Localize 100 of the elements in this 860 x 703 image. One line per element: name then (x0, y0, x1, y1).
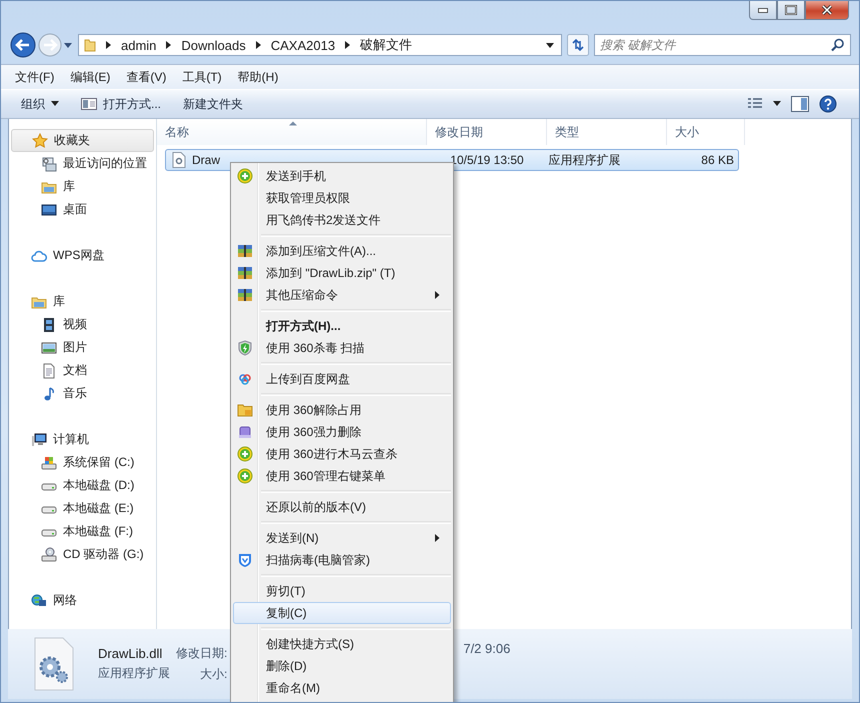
plus-icon (237, 468, 253, 484)
breadcrumb[interactable]: Downloads (181, 38, 246, 52)
menu-item[interactable]: 用飞鸽传书2发送文件 (233, 209, 451, 231)
menu-item[interactable]: 删除(D) (233, 655, 451, 677)
sidebar-item[interactable]: 系统保留 (C:) (11, 451, 154, 474)
window-icon (81, 97, 97, 111)
cd-drive-icon (41, 546, 57, 562)
menu-item[interactable]: 使用 360管理右键菜单 (233, 465, 451, 487)
minimize-button[interactable] (749, 1, 777, 20)
column-header[interactable]: 名称 (157, 119, 427, 145)
preview-pane-icon[interactable] (791, 96, 809, 112)
close-button[interactable] (805, 1, 849, 20)
menu-item[interactable]: 打开方式(H)... (233, 315, 451, 337)
menu-item[interactable]: 工具(T) (178, 68, 226, 86)
file-size: 86 KB (701, 153, 734, 167)
folder-icon (237, 402, 253, 418)
menu-item[interactable]: 重命名(M) (233, 677, 451, 699)
file-name: Draw (192, 153, 220, 167)
eraser-icon (237, 424, 253, 440)
menu-item[interactable]: 使用 360强力删除 (233, 421, 451, 443)
sidebar-item[interactable]: 本地磁盘 (E:) (11, 497, 154, 520)
menu-item[interactable]: 查看(V) (122, 68, 170, 86)
sidebar-item[interactable]: 库 (11, 175, 154, 198)
caret-icon[interactable] (773, 101, 781, 107)
sidebar-item[interactable]: 库 (11, 290, 154, 313)
maximize-icon (785, 5, 797, 15)
menu-item[interactable]: 发送到(N) (233, 527, 451, 549)
chevron-icon (254, 40, 263, 50)
menu-item[interactable]: 创建快捷方式(S) (233, 633, 451, 655)
column-header[interactable]: 大小 (667, 119, 745, 145)
chevron-icon (104, 40, 113, 50)
address-bar[interactable]: admin Downloads CAXA2013 破解文件 (78, 34, 562, 56)
breadcrumb[interactable]: admin (121, 38, 156, 52)
file-type: 应用程序扩展 (98, 665, 171, 682)
back-button[interactable] (9, 31, 37, 59)
menu-item[interactable]: 上传到百度网盘 (233, 368, 451, 390)
search-field[interactable]: 搜索 破解文件 (594, 34, 851, 56)
sidebar-item[interactable]: 计算机 (11, 428, 154, 451)
history-dropdown-icon[interactable] (63, 41, 73, 49)
submenu-arrow-icon (435, 291, 440, 299)
detail-label: 大小: (200, 666, 228, 683)
menu-item[interactable]: 编辑(E) (66, 68, 114, 86)
column-header[interactable]: 修改日期 (427, 119, 547, 145)
menu-item[interactable]: 添加到压缩文件(A)... (233, 240, 451, 262)
sidebar-item[interactable]: 文档 (11, 359, 154, 382)
detail-value: 7/2 9:06 (463, 641, 510, 656)
menu-item[interactable]: 复制(C) (233, 602, 451, 624)
menu-item[interactable]: 帮助(H) (234, 68, 282, 86)
menu-item[interactable]: 其他压缩命令 (233, 284, 451, 306)
column-header[interactable]: 类型 (547, 119, 667, 145)
shield-icon (237, 340, 253, 356)
network-globe-icon (31, 592, 47, 608)
file-date: 10/5/19 13:50 (449, 153, 524, 167)
sidebar-item[interactable]: 桌面 (11, 198, 154, 221)
document-icon (41, 362, 57, 378)
dropdown-caret-icon[interactable] (545, 41, 555, 49)
sidebar-item[interactable]: 音乐 (11, 382, 154, 405)
refresh-button[interactable] (567, 34, 589, 56)
sidebar-item[interactable]: 本地磁盘 (F:) (11, 520, 154, 543)
toolbar-button[interactable]: 组织 (15, 92, 65, 116)
menu-item[interactable]: 文件(F) (11, 68, 58, 86)
breadcrumb[interactable]: CAXA2013 (270, 38, 336, 52)
sort-arrow-icon (289, 121, 297, 126)
maximize-button[interactable] (777, 1, 805, 20)
plus-icon (237, 168, 253, 184)
sidebar-item[interactable]: 收藏夹 (11, 129, 154, 152)
menu-item[interactable]: 剪切(T) (233, 580, 451, 602)
sidebar-item[interactable]: CD 驱动器 (G:) (11, 543, 154, 566)
close-icon (821, 4, 833, 16)
menu-item[interactable]: 使用 360进行木马云查杀 (233, 443, 451, 465)
detail-label: 修改日期: (176, 645, 228, 662)
archive-stack-icon (237, 265, 253, 281)
menu-item[interactable]: 还原以前的版本(V) (233, 496, 451, 518)
sidebar-item[interactable]: 网络 (11, 589, 154, 612)
view-list-icon[interactable] (747, 97, 763, 111)
menu-item[interactable]: 获取管理员权限 (233, 187, 451, 209)
menu-item[interactable]: 添加到 "DrawLib.zip" (T) (233, 262, 451, 284)
menu-item[interactable]: 使用 360解除占用 (233, 399, 451, 421)
help-icon[interactable] (819, 95, 837, 113)
plus-icon (237, 446, 253, 462)
sidebar-item[interactable]: 图片 (11, 336, 154, 359)
file-type: 应用程序扩展 (548, 152, 621, 168)
breadcrumb[interactable]: 破解文件 (360, 36, 412, 54)
shield-icon (237, 552, 253, 568)
minimize-icon (758, 8, 768, 12)
recent-places-icon (41, 156, 57, 172)
sidebar-item[interactable]: 视频 (11, 313, 154, 336)
toolbar-button[interactable]: 新建文件夹 (177, 92, 250, 116)
dll-file-icon (172, 152, 186, 168)
archive-stack-icon (237, 243, 253, 259)
sidebar-item[interactable]: 最近访问的位置 (11, 152, 154, 175)
sidebar-item[interactable]: WPS网盘 (11, 244, 154, 267)
submenu-arrow-icon (435, 534, 440, 542)
toolbar-button[interactable]: 打开方式... (75, 92, 168, 116)
sidebar-item[interactable]: 本地磁盘 (D:) (11, 474, 154, 497)
picture-icon (41, 340, 57, 356)
menu-item[interactable]: 扫描病毒(电脑管家) (233, 549, 451, 571)
menu-item[interactable]: 使用 360杀毒 扫描 (233, 337, 451, 359)
chevron-icon (164, 40, 174, 50)
star-icon (32, 132, 48, 148)
